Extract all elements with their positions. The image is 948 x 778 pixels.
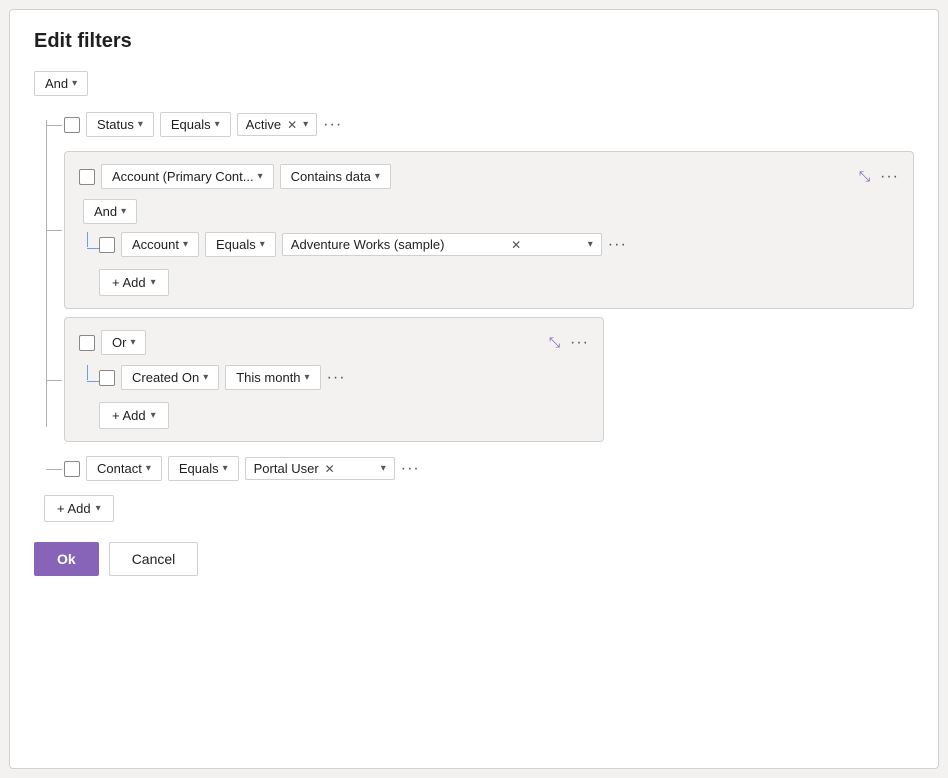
or-connector[interactable]: Or ▾ [101,330,146,355]
nested-section-or: Created On ▾ This month ▾ ··· [79,365,589,396]
field-dropdown-contact[interactable]: Contact ▾ [86,456,162,481]
filter-row-contact: Contact ▾ Equals ▾ Portal User ✕ ▾ ··· [64,450,914,487]
edit-filters-dialog: Edit filters And ▾ Status ▾ Equals ▾ Act… [9,9,939,769]
ok-button[interactable]: Ok [34,542,99,576]
filter-group-or: Or ▾ ⤡ ··· [64,317,914,442]
value-tag-portaluser: Portal User ✕ ▾ [245,457,395,480]
nested-connector-line-or [79,365,99,396]
checkbox-createdon[interactable] [99,370,115,386]
nested-content-account: Account ▾ Equals ▾ Adventure Works (samp… [99,232,899,263]
value-tag-active: Active ✕ ▾ [237,113,318,136]
checkbox-contact[interactable] [64,461,80,477]
checkbox-group-or[interactable] [79,335,95,351]
cancel-button[interactable]: Cancel [109,542,199,576]
value-chevron-aw[interactable]: ▾ [588,239,593,250]
operator-dropdown-contact[interactable]: Equals ▾ [168,456,239,481]
nested-row-account: Account ▾ Equals ▾ Adventure Works (samp… [99,232,899,257]
group-block-account: Account (Primary Cont... ▾ Contains data… [64,151,914,309]
and-label: And [45,76,68,91]
operator-dropdown-status[interactable]: Equals ▾ [160,112,231,137]
field-dropdown-createdon[interactable]: Created On ▾ [121,365,219,390]
operator-dropdown-group-account[interactable]: Contains data ▾ [280,164,391,189]
row-contact-more[interactable]: ··· [401,460,420,478]
group-block-or: Or ▾ ⤡ ··· [64,317,604,442]
dialog-actions: Ok Cancel [34,542,914,576]
dialog-title: Edit filters [34,30,914,53]
group-header-left-account: Account (Primary Cont... ▾ Contains data… [79,164,391,189]
filter-row-status: Status ▾ Equals ▾ Active ✕ ▾ ··· [64,106,914,143]
nested-account-more[interactable]: ··· [608,236,627,254]
nested-row-createdon: Created On ▾ This month ▾ ··· [99,365,589,390]
collapse-icon-account[interactable]: ⤡ [859,168,870,185]
value-chevron-active[interactable]: ▾ [303,119,308,130]
operator-dropdown-account-equals[interactable]: Equals ▾ [205,232,276,257]
remove-active-tag[interactable]: ✕ [287,118,297,132]
remove-portaluser-tag[interactable]: ✕ [325,462,335,476]
checkbox-group-account[interactable] [79,169,95,185]
and-chevron: ▾ [72,78,77,89]
createdon-more[interactable]: ··· [327,369,346,387]
row-status-more[interactable]: ··· [323,116,342,134]
group-header-right-or: ⤡ ··· [549,334,589,352]
value-tag-adventure-works: Adventure Works (sample) ✕ ▾ [282,233,602,256]
filter-group-account: Account (Primary Cont... ▾ Contains data… [64,151,914,309]
remove-adventure-works-tag[interactable]: ✕ [511,238,521,252]
nested-content-or: Created On ▾ This month ▾ ··· [99,365,589,396]
filter-rows-container: Status ▾ Equals ▾ Active ✕ ▾ ··· [34,106,914,487]
group-header-account: Account (Primary Cont... ▾ Contains data… [79,164,899,189]
top-and-connector[interactable]: And ▾ [34,71,88,96]
field-dropdown-account[interactable]: Account ▾ [121,232,199,257]
group-header-or: Or ▾ ⤡ ··· [79,330,589,355]
field-dropdown-status[interactable]: Status ▾ [86,112,154,137]
bottom-add-button[interactable]: + Add ▾ [44,495,114,522]
group-or-more[interactable]: ··· [570,334,589,352]
collapse-icon-or[interactable]: ⤡ [549,334,560,351]
group-account-more[interactable]: ··· [880,168,899,186]
value-chevron-contact[interactable]: ▾ [381,463,386,474]
add-button-group2[interactable]: + Add ▾ [99,402,169,429]
field-dropdown-group-account[interactable]: Account (Primary Cont... ▾ [101,164,274,189]
checkbox-status[interactable] [64,117,80,133]
operator-dropdown-thismonth[interactable]: This month ▾ [225,365,320,390]
group-header-left-or: Or ▾ [79,330,146,355]
group-and-connector[interactable]: And ▾ [83,199,137,224]
checkbox-nested-account[interactable] [99,237,115,253]
nested-section-account: Account ▾ Equals ▾ Adventure Works (samp… [79,232,899,263]
group-and-label-row: And ▾ [79,199,899,224]
nested-connector-line [79,232,99,263]
group-header-right-account: ⤡ ··· [859,168,899,186]
add-button-group1[interactable]: + Add ▾ [99,269,169,296]
